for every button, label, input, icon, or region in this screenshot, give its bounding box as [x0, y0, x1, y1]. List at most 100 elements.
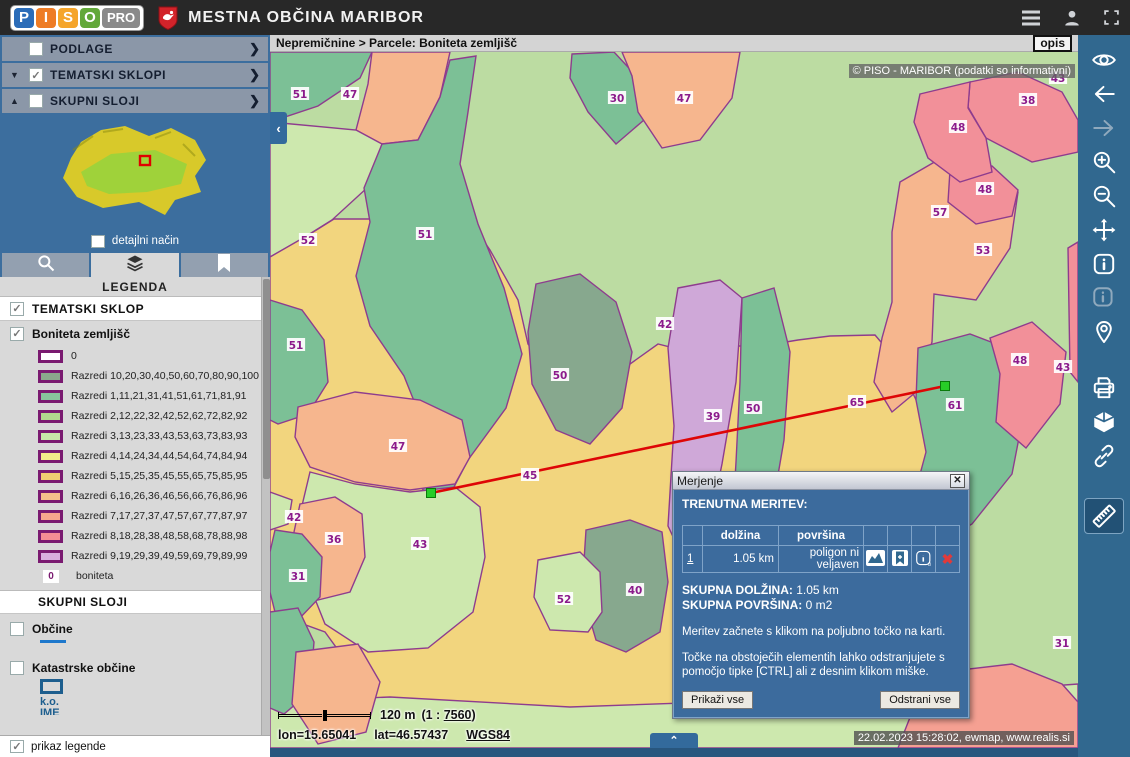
col-length: dolžina: [703, 526, 779, 546]
logo-letter: S: [58, 8, 78, 28]
remove-all-button[interactable]: Odstrani vse: [880, 691, 960, 709]
parcel-label: 45: [523, 470, 538, 482]
sidebar-collapse-tab[interactable]: ‹: [270, 112, 287, 144]
parcel-label: 48: [951, 122, 966, 134]
measure-icon[interactable]: [1085, 499, 1123, 533]
info-g-row-icon[interactable]: g: [912, 546, 936, 573]
legend-scrollbar[interactable]: [261, 277, 270, 735]
logo-letter: I: [36, 8, 56, 28]
rect-symbol: [40, 679, 63, 694]
datum-link[interactable]: WGS84: [466, 728, 510, 742]
scale-ratio-link[interactable]: 7560: [444, 708, 472, 722]
layer-accordion: PODLAGE❯▼✓TEMATSKI SKLOPI❯▲SKUPNI SLOJI❯: [0, 35, 270, 113]
sidebar: PODLAGE❯▼✓TEMATSKI SKLOPI❯▲SKUPNI SLOJI❯…: [0, 35, 270, 757]
measure-dialog: Merjenje ✕ TRENUTNA MERITEV: dolžina pov…: [672, 471, 970, 719]
measure-row-index[interactable]: 1: [687, 553, 693, 565]
section-checkbox[interactable]: [29, 42, 43, 56]
show-all-button[interactable]: Prikaži vse: [682, 691, 753, 709]
bottom-panel-expand-tab[interactable]: ⌃: [650, 733, 698, 748]
link-icon[interactable]: [1085, 439, 1123, 473]
parcel-label: 31: [1055, 638, 1070, 650]
chevron-right-icon[interactable]: ❯: [249, 41, 260, 57]
measure-vertex[interactable]: [427, 489, 436, 498]
breadcrumb: Nepremičnine > Parcele: Boniteta zemljiš…: [276, 36, 517, 50]
eye-icon[interactable]: [1085, 43, 1123, 77]
tematski-sklop-checkbox[interactable]: ✓: [10, 302, 24, 316]
map-copyright: © PISO - MARIBOR (podatki so informativn…: [849, 64, 1075, 78]
back-icon[interactable]: [1085, 77, 1123, 111]
expander-icon[interactable]: ▲: [10, 96, 22, 106]
legend-panel: LEGENDA ✓ TEMATSKI SKLOP ✓ Boniteta zeml…: [0, 277, 270, 757]
logo-letter: P: [14, 8, 34, 28]
parcel-label: 52: [301, 235, 316, 247]
profile-chart-icon[interactable]: [864, 546, 888, 573]
layer-checkbox[interactable]: [10, 622, 24, 636]
scale-bar: 120 m (1 : 7560): [278, 708, 476, 722]
measure-length: 1.05 km: [703, 546, 779, 573]
bookmark-icon: [216, 253, 232, 278]
zoom-in-icon[interactable]: [1085, 145, 1123, 179]
measure-vertex[interactable]: [941, 382, 950, 391]
legend-item: Razredi 2,12,22,32,42,52,62,72,82,92: [0, 406, 270, 426]
locate-icon[interactable]: [1085, 315, 1123, 349]
show-legend-checkbox[interactable]: ✓: [10, 740, 24, 753]
print-icon[interactable]: [1085, 371, 1123, 405]
boniteta-checkbox[interactable]: ✓: [10, 327, 24, 341]
parcel-label: 40: [628, 585, 643, 597]
coordinates-readout: lon=15.65041 lat=46.57437 WGS84: [278, 728, 510, 742]
piso-logo[interactable]: PISOPRO: [10, 5, 144, 31]
chevron-right-icon[interactable]: ❯: [249, 67, 260, 83]
tab-bookmark[interactable]: [181, 253, 268, 277]
layer-checkbox[interactable]: [10, 661, 24, 675]
measure-dialog-titlebar[interactable]: Merjenje ✕: [673, 472, 969, 490]
measure-hint-1: Meritev začnete s klikom na poljubno toč…: [682, 625, 960, 639]
detail-mode-checkbox[interactable]: [91, 235, 105, 248]
info-icon[interactable]: [1085, 247, 1123, 281]
legend-item: Razredi 1,11,21,31,41,51,61,71,81,91: [0, 386, 270, 406]
tab-search[interactable]: [2, 253, 89, 277]
legend-swatch: [38, 550, 63, 563]
expander-icon[interactable]: ▼: [10, 70, 22, 80]
opis-button[interactable]: opis: [1033, 35, 1072, 52]
show-legend-label: prikaz legende: [31, 741, 106, 753]
menu-icon[interactable]: [1021, 10, 1041, 26]
parcel-label: 42: [287, 512, 302, 524]
svg-text:g: g: [927, 561, 930, 566]
parcel-label: 36: [327, 534, 342, 546]
legend-item: Razredi 3,13,23,33,43,53,63,73,83,93: [0, 426, 270, 446]
delete-measure-icon[interactable]: ✖: [942, 551, 954, 567]
section-checkbox[interactable]: ✓: [29, 68, 43, 82]
bookmark-save-icon[interactable]: [888, 546, 912, 573]
parcel-label: 51: [293, 89, 308, 101]
user-icon[interactable]: [1063, 9, 1081, 27]
accordion-skupni-sloji[interactable]: ▲SKUPNI SLOJI❯: [2, 89, 268, 113]
pan-icon[interactable]: [1085, 213, 1123, 247]
overview-map[interactable]: [0, 113, 270, 231]
legend-items: 0Razredi 10,20,30,40,50,60,70,80,90,100R…: [0, 346, 270, 566]
forward-icon: [1085, 111, 1123, 145]
map-viewport[interactable]: 5147525130474338484857534251503950656148…: [270, 52, 1078, 748]
zoom-out-icon[interactable]: [1085, 179, 1123, 213]
bottom-strip: [270, 748, 1078, 757]
accordion-tematski-sklopi[interactable]: ▼✓TEMATSKI SKLOPI❯: [2, 63, 268, 87]
fullscreen-icon[interactable]: [1103, 9, 1120, 26]
layer-občine: Občine: [0, 614, 270, 638]
chevron-right-icon[interactable]: ❯: [249, 93, 260, 109]
parcel-label: 48: [978, 184, 993, 196]
measure-area: poligon ni veljaven: [779, 546, 864, 573]
legend-swatch: [38, 410, 63, 423]
search-icon: [36, 253, 56, 278]
boniteta-chip-label: boniteta: [76, 570, 113, 582]
tab-layers[interactable]: [91, 253, 178, 277]
cube-icon[interactable]: [1085, 405, 1123, 439]
page-title: MESTNA OBČINA MARIBOR: [188, 9, 424, 27]
section-checkbox[interactable]: [29, 94, 43, 108]
skupni-sloji-title: SKUPNI SLOJI: [0, 590, 270, 614]
detail-mode-label: detajlni način: [112, 235, 179, 247]
parcel-label: 50: [553, 370, 568, 382]
measure-dialog-title: Merjenje: [677, 474, 723, 488]
close-icon[interactable]: ✕: [950, 474, 965, 488]
accordion-podlage[interactable]: PODLAGE❯: [2, 37, 268, 61]
map-toolbar: g: [1078, 35, 1130, 757]
maribor-coat-of-arms-icon: [158, 6, 178, 30]
